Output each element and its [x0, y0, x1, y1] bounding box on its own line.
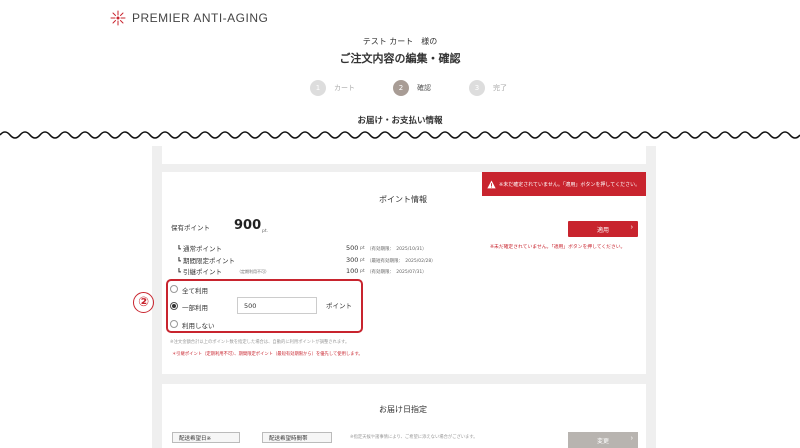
- brand-name: PREMIER ANTI-AGING: [132, 11, 269, 25]
- held-points-value: 900: [234, 218, 262, 233]
- page-header: PREMIER ANTI-AGING テスト カート 様の ご注文内容の編集・確…: [0, 0, 800, 140]
- customer-name: テスト カート 様の: [362, 37, 438, 46]
- point-row-unit: pt: [360, 258, 365, 263]
- point-row-expiry: （有効期限： 2025/10/31）: [367, 247, 427, 252]
- progress-steps: 1 カート 2 確認 3 完了: [310, 80, 545, 96]
- delivery-date-field[interactable]: 配送希望日※: [172, 432, 240, 443]
- apply-note: ※未だ確定されていません。「適用」ボタンを押してください。: [490, 245, 626, 250]
- annotation-highlight-box: [166, 279, 363, 333]
- delivery-time-field[interactable]: 配送希望時間帯: [262, 432, 332, 443]
- alert-text: ※未だ確定されていません。「適用」ボタンを押してください。: [499, 181, 641, 188]
- change-delivery-button[interactable]: 変更 ›: [568, 432, 638, 448]
- point-row-unit: pt: [360, 246, 365, 251]
- chevron-right-icon: ›: [630, 224, 633, 231]
- step-complete: 3 完了: [469, 80, 507, 96]
- section-heading: お届け・お支払い情報: [357, 116, 443, 126]
- wavy-divider: [0, 131, 800, 139]
- brand-logo[interactable]: PREMIER ANTI-AGING: [110, 10, 268, 26]
- point-row-label: ┗ 引継ポイント: [177, 268, 222, 276]
- previous-card: [162, 146, 646, 164]
- step-label: 完了: [493, 84, 507, 92]
- point-row-value: 100: [346, 267, 359, 275]
- held-points-unit: pt.: [262, 229, 269, 234]
- starburst-logo-icon: [110, 10, 126, 26]
- apply-points-button[interactable]: 適用 ›: [568, 221, 638, 237]
- step-number: 1: [310, 80, 326, 96]
- delivery-time-label: 配送希望時間帯: [269, 435, 308, 442]
- apply-label: 適用: [596, 227, 609, 234]
- points-note: ※注文金額合計以上のポイント数を指定した場合は、自動的に利用ポイントが調整されま…: [170, 340, 350, 345]
- delivery-date-label: 配送希望日※: [179, 435, 212, 442]
- points-priority-note: ＊引継ポイント（定期利用不可）、期間限定ポイント（最短有効期限から）を優先して使…: [172, 352, 363, 357]
- annotation-number: ②: [133, 292, 154, 313]
- unconfirmed-alert: ※未だ確定されていません。「適用」ボタンを押してください。: [482, 172, 646, 196]
- point-row-value: 300: [346, 256, 359, 264]
- point-row-value: 500: [346, 244, 359, 252]
- step-number: 2: [393, 80, 409, 96]
- point-row-label: ┗ 期間限定ポイント: [177, 257, 235, 265]
- warning-icon: [487, 179, 496, 188]
- point-row-label: ┗ 通常ポイント: [177, 245, 222, 253]
- change-label: 変更: [596, 438, 609, 445]
- chevron-right-icon: ›: [630, 435, 633, 442]
- page-title: ご注文内容の編集・確認: [339, 52, 461, 65]
- step-confirm: 2 確認: [393, 80, 431, 96]
- delivery-title: お届け日指定: [379, 405, 427, 414]
- point-row-expiry: （最短有効期限： 2025/02/28）: [367, 259, 436, 264]
- step-label: 確認: [417, 84, 431, 92]
- step-cart: 1 カート: [310, 80, 355, 96]
- points-title: ポイント情報: [379, 195, 427, 204]
- point-row-unit: pt: [360, 269, 365, 274]
- held-points-label: 保有ポイント: [171, 224, 210, 232]
- point-row-expiry: （有効期限： 2025/07/31）: [367, 270, 427, 275]
- point-row-sub: （定期利用不可）: [237, 269, 269, 274]
- step-number: 3: [469, 80, 485, 96]
- step-label: カート: [334, 84, 355, 92]
- delivery-note: ※指定天候や諸事情により、ご希望に添えない場合がございます。: [350, 435, 478, 440]
